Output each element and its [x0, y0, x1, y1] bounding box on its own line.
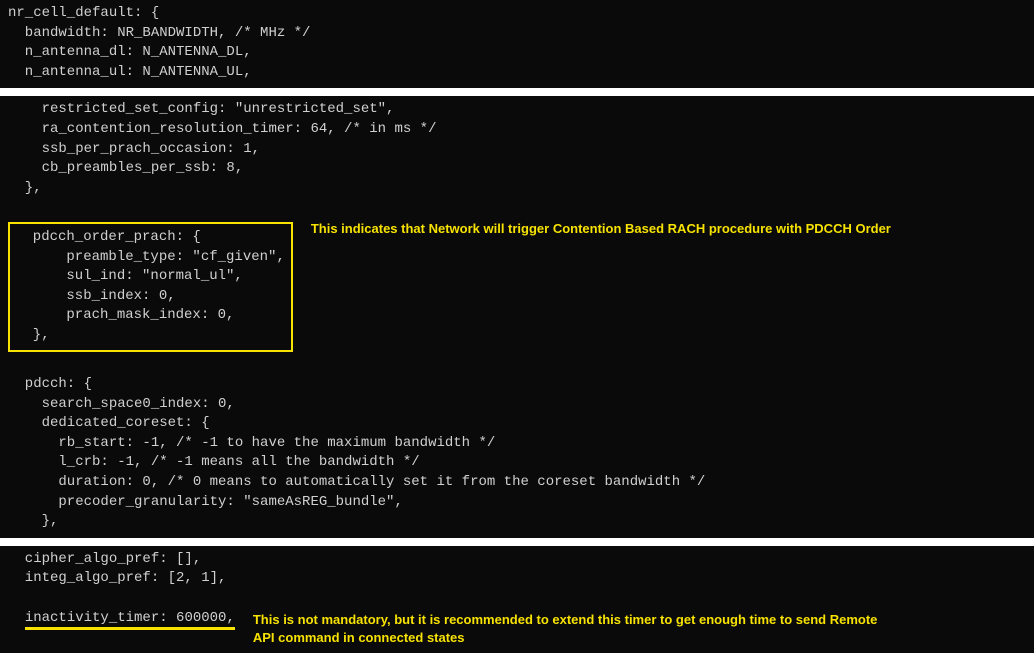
- blank-line: [8, 589, 1026, 609]
- annotated-row-inactivity-timer: inactivity_timer: 600000, This is not ma…: [8, 609, 1026, 647]
- highlight-box-pdcch-order-prach: pdcch_order_prach: { preamble_type: "cf_…: [8, 222, 293, 352]
- code-line: rb_start: -1, /* -1 to have the maximum …: [8, 434, 1026, 454]
- section-gap: [0, 88, 1034, 96]
- code-line: ra_contention_resolution_timer: 64, /* i…: [8, 120, 1026, 140]
- code-line: l_crb: -1, /* -1 means all the bandwidth…: [8, 453, 1026, 473]
- code-line: },: [8, 179, 1026, 199]
- code-block-3: cipher_algo_pref: [], integ_algo_pref: […: [0, 546, 1034, 653]
- blank-line: [8, 198, 1026, 218]
- annotation-inactivity-timer: This is not mandatory, but it is recomme…: [253, 609, 1026, 647]
- code-line: sul_ind: "normal_ul",: [16, 267, 285, 287]
- underline-inactivity-timer: inactivity_timer: 600000,: [25, 610, 235, 630]
- code-line: cipher_algo_pref: [],: [8, 550, 1026, 570]
- indent: [8, 610, 25, 626]
- code-line: duration: 0, /* 0 means to automatically…: [8, 473, 1026, 493]
- code-line-inactivity-timer: inactivity_timer: 600000,: [8, 609, 235, 629]
- code-line: },: [16, 326, 285, 346]
- code-line: precoder_granularity: "sameAsREG_bundle"…: [8, 493, 1026, 513]
- annotated-row-pdcch-order: pdcch_order_prach: { preamble_type: "cf_…: [8, 218, 1026, 356]
- code-block-1: nr_cell_default: { bandwidth: NR_BANDWID…: [0, 0, 1034, 88]
- code-line: prach_mask_index: 0,: [16, 306, 285, 326]
- code-line: ssb_index: 0,: [16, 287, 285, 307]
- annotation-line: API command in connected states: [253, 629, 1026, 647]
- code-line: n_antenna_ul: N_ANTENNA_UL,: [8, 63, 1026, 83]
- code-line: restricted_set_config: "unrestricted_set…: [8, 100, 1026, 120]
- code-line: n_antenna_dl: N_ANTENNA_DL,: [8, 43, 1026, 63]
- annotation-pdcch-order: This indicates that Network will trigger…: [311, 218, 1026, 238]
- code-line: pdcch_order_prach: {: [16, 228, 285, 248]
- code-line: integ_algo_pref: [2, 1],: [8, 569, 1026, 589]
- code-line: search_space0_index: 0,: [8, 395, 1026, 415]
- code-line: nr_cell_default: {: [8, 4, 1026, 24]
- section-gap: [0, 538, 1034, 546]
- code-line: cb_preambles_per_ssb: 8,: [8, 159, 1026, 179]
- code-line: bandwidth: NR_BANDWIDTH, /* MHz */: [8, 24, 1026, 44]
- code-line: ssb_per_prach_occasion: 1,: [8, 140, 1026, 160]
- code-block-2: restricted_set_config: "unrestricted_set…: [0, 96, 1034, 537]
- blank-line: [8, 356, 1026, 376]
- code-line: },: [8, 512, 1026, 532]
- code-line: pdcch: {: [8, 375, 1026, 395]
- code-line: dedicated_coreset: {: [8, 414, 1026, 434]
- code-line: preamble_type: "cf_given",: [16, 248, 285, 268]
- annotation-line: This is not mandatory, but it is recomme…: [253, 611, 1026, 629]
